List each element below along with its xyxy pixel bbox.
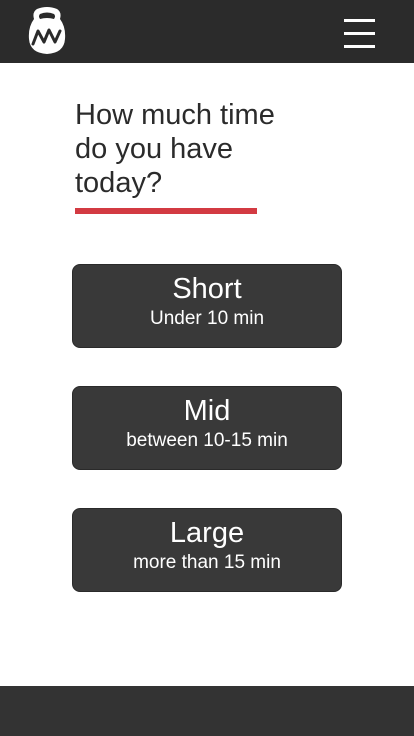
kettlebell-logo-icon[interactable] (28, 6, 66, 56)
option-title: Short (172, 273, 242, 305)
menu-bar (344, 19, 375, 22)
large-time-button[interactable]: Large more than 15 min (72, 508, 342, 592)
question-line: How much time (75, 99, 275, 131)
short-time-button[interactable]: Short Under 10 min (72, 264, 342, 348)
question-line: today? (75, 167, 163, 199)
option-subtitle: more than 15 min (133, 552, 281, 573)
heading-underline (75, 208, 257, 214)
bottom-footer (0, 686, 414, 736)
menu-bar (344, 32, 375, 35)
option-subtitle: Under 10 min (149, 308, 265, 329)
option-title: Large (169, 517, 245, 549)
mid-time-button[interactable]: Mid between 10-15 min (72, 386, 342, 470)
question-heading: How much time do you have today? (75, 98, 315, 200)
option-subtitle: between 10-15 min (126, 430, 288, 451)
menu-bar (344, 45, 375, 48)
question-line: do you have (75, 133, 234, 165)
option-title: Mid (183, 395, 231, 427)
hamburger-menu-icon[interactable] (339, 17, 379, 53)
top-header (0, 0, 414, 63)
